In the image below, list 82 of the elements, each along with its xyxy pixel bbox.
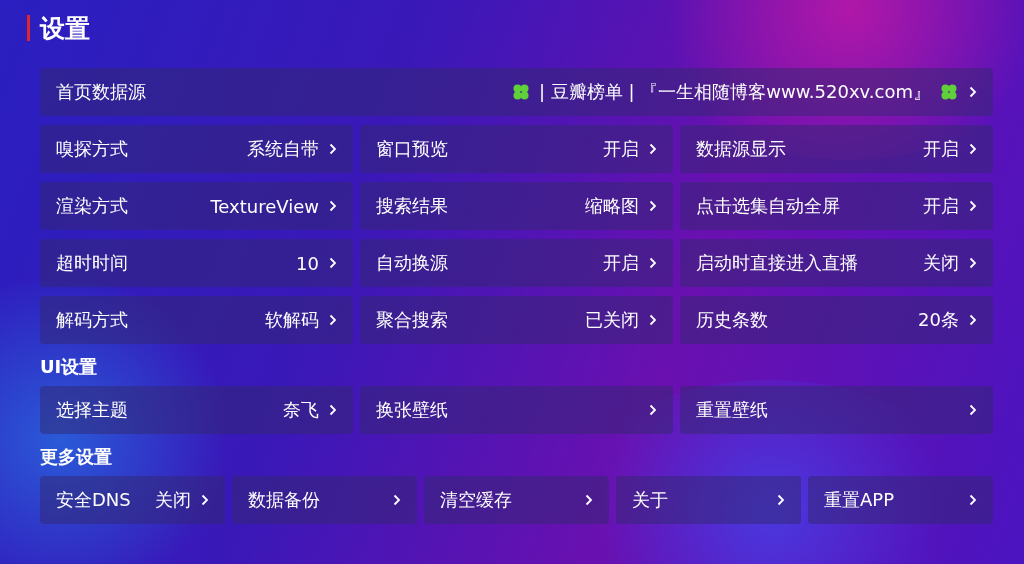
setting-label: 点击选集自动全屏 <box>696 194 840 218</box>
setting-label: 历史条数 <box>696 308 768 332</box>
page-title: 设置 <box>40 12 90 45</box>
chevron-right-icon <box>649 200 657 212</box>
setting-label: 搜索结果 <box>376 194 448 218</box>
setting-value: 软解码 <box>265 308 319 332</box>
setting-item[interactable]: 窗口预览 开启 <box>360 125 673 173</box>
chevron-right-icon <box>649 314 657 326</box>
setting-item[interactable]: 清空缓存 <box>424 476 609 524</box>
setting-value: TextureView <box>210 195 319 217</box>
setting-item[interactable]: 解码方式 软解码 <box>40 296 353 344</box>
chevron-right-icon <box>969 143 977 155</box>
setting-label: 关于 <box>632 488 668 512</box>
chevron-right-icon <box>201 494 209 506</box>
chevron-right-icon <box>649 143 657 155</box>
setting-item[interactable]: 自动换源 开启 <box>360 239 673 287</box>
section-heading: 更多设置 <box>40 445 113 469</box>
setting-item[interactable]: 换张壁纸 <box>360 386 673 434</box>
setting-value: | 豆瓣榜单 | 『一生相随博客www.520xv.com』 <box>539 80 931 104</box>
setting-label: 重置壁纸 <box>696 398 768 422</box>
setting-item[interactable]: 关于 <box>616 476 801 524</box>
setting-value: 关闭 <box>923 251 959 275</box>
chevron-right-icon <box>585 494 593 506</box>
setting-value: 开启 <box>603 137 639 161</box>
setting-item[interactable]: 安全DNS 关闭 <box>40 476 225 524</box>
setting-item[interactable]: 历史条数 20条 <box>680 296 993 344</box>
setting-label: 清空缓存 <box>440 488 512 512</box>
section-heading: UI设置 <box>40 355 99 379</box>
setting-label: 聚合搜索 <box>376 308 448 332</box>
chevron-right-icon <box>969 86 977 98</box>
chevron-right-icon <box>649 257 657 269</box>
setting-item[interactable]: 选择主题 奈飞 <box>40 386 353 434</box>
setting-item[interactable]: 启动时直接进入直播 关闭 <box>680 239 993 287</box>
setting-value: 开启 <box>923 194 959 218</box>
chevron-right-icon <box>329 143 337 155</box>
chevron-right-icon <box>649 404 657 416</box>
setting-item[interactable]: 数据备份 <box>232 476 417 524</box>
chevron-right-icon <box>969 257 977 269</box>
chevron-right-icon <box>329 314 337 326</box>
setting-item[interactable]: 渲染方式 TextureView <box>40 182 353 230</box>
setting-value: 开启 <box>923 137 959 161</box>
setting-item[interactable]: 首页数据源 | 豆瓣榜单 | 『一生相随博客www.520xv.com』 <box>40 68 993 116</box>
setting-label: 嗅探方式 <box>56 137 128 161</box>
setting-item[interactable]: 搜索结果 缩略图 <box>360 182 673 230</box>
setting-item[interactable]: 聚合搜索 已关闭 <box>360 296 673 344</box>
setting-value: 已关闭 <box>585 308 639 332</box>
setting-item[interactable]: 超时时间 10 <box>40 239 353 287</box>
setting-value: 10 <box>296 252 319 274</box>
chevron-right-icon <box>329 404 337 416</box>
setting-item[interactable]: 重置壁纸 <box>680 386 993 434</box>
chevron-right-icon <box>777 494 785 506</box>
setting-item[interactable]: 重置APP <box>808 476 993 524</box>
setting-value: 20条 <box>918 308 959 332</box>
setting-label: 渲染方式 <box>56 194 128 218</box>
setting-label: 安全DNS <box>56 488 131 512</box>
setting-label: 选择主题 <box>56 398 128 422</box>
chevron-right-icon <box>329 200 337 212</box>
setting-label: 换张壁纸 <box>376 398 448 422</box>
setting-label: 首页数据源 <box>56 80 146 104</box>
chevron-right-icon <box>329 257 337 269</box>
setting-label: 解码方式 <box>56 308 128 332</box>
setting-label: 自动换源 <box>376 251 448 275</box>
setting-label: 窗口预览 <box>376 137 448 161</box>
setting-value: 关闭 <box>155 488 191 512</box>
chevron-right-icon <box>969 404 977 416</box>
setting-value: 缩略图 <box>585 194 639 218</box>
setting-item[interactable]: 点击选集自动全屏 开启 <box>680 182 993 230</box>
setting-label: 数据备份 <box>248 488 320 512</box>
chevron-right-icon <box>969 314 977 326</box>
setting-label: 数据源显示 <box>696 137 786 161</box>
setting-value: 系统自带 <box>247 137 319 161</box>
setting-label: 启动时直接进入直播 <box>696 251 858 275</box>
chevron-right-icon <box>969 200 977 212</box>
setting-item[interactable]: 嗅探方式 系统自带 <box>40 125 353 173</box>
setting-value: 开启 <box>603 251 639 275</box>
setting-value: 奈飞 <box>283 398 319 422</box>
accent-bar <box>27 15 30 41</box>
setting-label: 重置APP <box>824 488 895 512</box>
setting-label: 超时时间 <box>56 251 128 275</box>
chevron-right-icon <box>969 494 977 506</box>
setting-item[interactable]: 数据源显示 开启 <box>680 125 993 173</box>
chevron-right-icon <box>393 494 401 506</box>
